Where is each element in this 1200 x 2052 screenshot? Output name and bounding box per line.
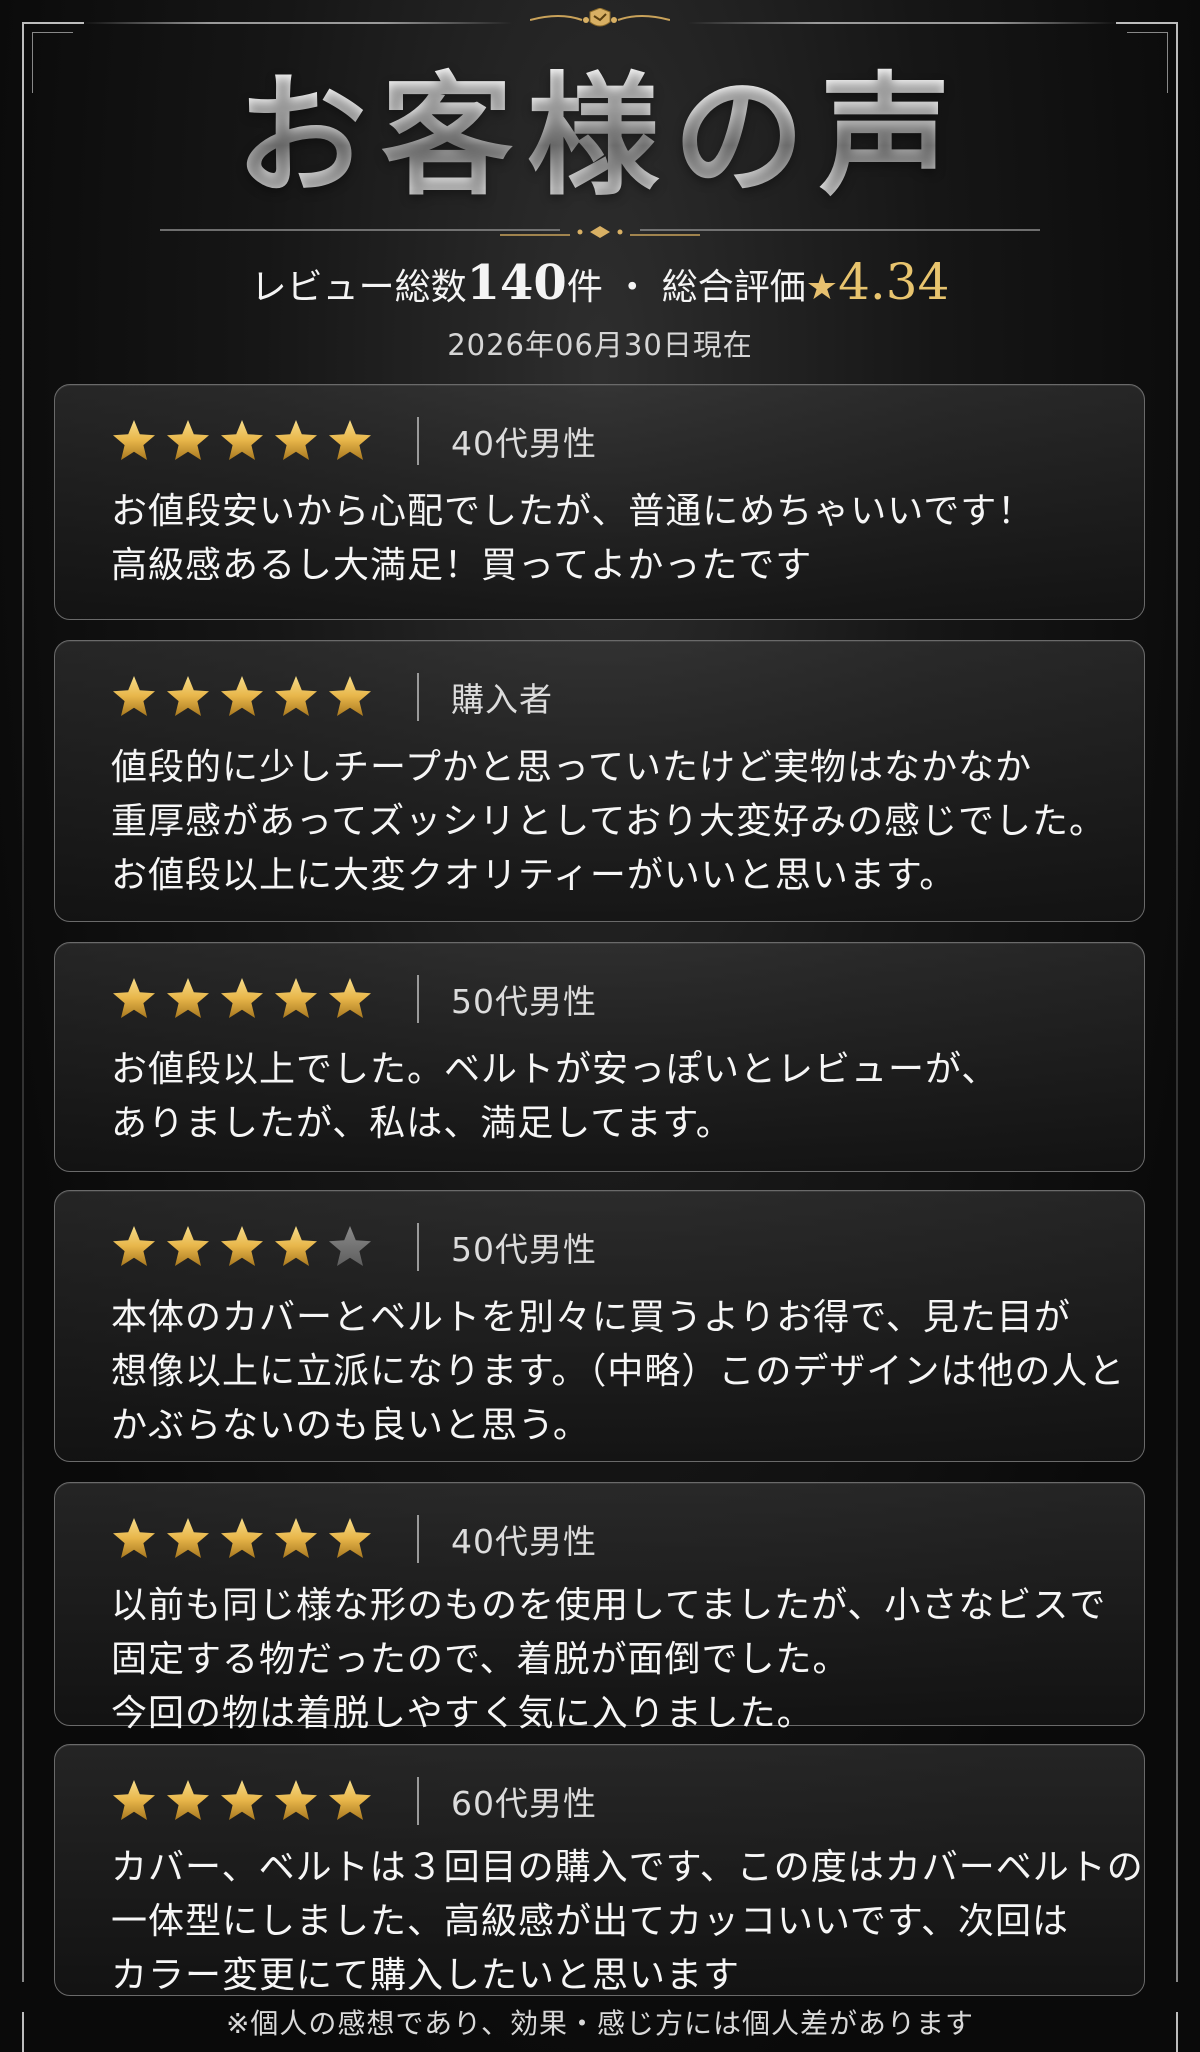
review-header: 40代男性: [111, 1511, 597, 1567]
review-text: お値段安いから心配でしたが、普通にめちゃいいです！ 高級感あるし大満足！買ってよか…: [111, 485, 1104, 593]
review-header: 50代男性: [111, 971, 597, 1027]
frame-top-line-right: [688, 22, 1118, 24]
reviewer-label: 60代男性: [451, 1784, 597, 1823]
review-line: お値段以上でした。ベルトが安っぽいとレビューが、: [111, 1049, 999, 1090]
review-line: ありましたが、私は、満足してます。: [111, 1103, 733, 1144]
rating-label: 総合評価: [661, 267, 806, 308]
review-card: 50代男性お値段以上でした。ベルトが安っぽいとレビューが、 ありましたが、私は、満…: [54, 942, 1145, 1172]
star-filled-icon: [221, 1518, 263, 1558]
review-line: 本体のカバーとベルトを別々に買うよりお得で、見た目が: [111, 1297, 1071, 1338]
reviewer-label: 50代男性: [451, 982, 597, 1021]
star-filled-icon: [113, 1226, 155, 1266]
reviewer-label: 50代男性: [451, 1230, 597, 1269]
star-filled-icon: [113, 420, 155, 460]
review-summary: レビュー総数140件 ・ 総合評価★4.34: [0, 252, 1200, 312]
review-text: 値段的に少しチープかと思っていたけど実物はなかなか重厚感があってズッシリとしてお…: [111, 741, 1107, 903]
star-filled-icon: [329, 420, 371, 460]
review-line: かぶらないのも良いと思う。: [111, 1405, 590, 1446]
header-divider: [417, 673, 419, 721]
star-filled-icon: [329, 1518, 371, 1558]
review-text: カバー、ベルトは３回目の購入です、この度はカバーベルトの 一体型にしました、高級感…: [111, 1841, 1144, 2003]
star-filled-icon: [167, 1780, 209, 1820]
header-divider: [417, 417, 419, 465]
star-filled-icon: [167, 978, 209, 1018]
star-filled-icon: [221, 978, 263, 1018]
star-filled-icon: [275, 420, 317, 460]
review-header: 購入者: [111, 669, 553, 725]
header-divider: [417, 975, 419, 1023]
star-filled-icon: [167, 1518, 209, 1558]
review-text: 以前も同じ様な形のものを使用してましたが、小さなビスで 固定する物だったので、着脱…: [111, 1579, 1107, 1741]
star-filled-icon: [329, 1780, 371, 1820]
review-line: お値段以上に大変クオリティーがいいと思います。: [111, 855, 957, 896]
star-filled-icon: [221, 1226, 263, 1266]
star-filled-icon: [113, 1780, 155, 1820]
star-filled-icon: [167, 676, 209, 716]
star-filled-icon: [275, 978, 317, 1018]
review-line: 値段的に少しチープかと思っていたけど実物はなかなか: [111, 747, 1033, 788]
review-line: 高級感あるし大満足！買ってよかったです: [111, 545, 813, 586]
header-divider: [417, 1777, 419, 1825]
header-divider: [417, 1223, 419, 1271]
star-filled-icon: [113, 978, 155, 1018]
star-rating: [111, 1516, 373, 1562]
star-rating: [111, 976, 373, 1022]
review-card: 購入者値段的に少しチープかと思っていたけど実物はなかなか重厚感があってズッシリと…: [54, 640, 1145, 922]
star-filled-icon: [275, 1226, 317, 1266]
review-line: お値段安いから心配でしたが、普通にめちゃいいです！: [111, 491, 1035, 532]
reviewer-label: 購入者: [451, 680, 553, 719]
star-filled-icon: [329, 978, 371, 1018]
disclaimer-footnote: ※個人の感想であり、効果・感じ方には個人差があります: [225, 2007, 975, 2040]
star-empty-icon: [329, 1226, 371, 1266]
review-text: 本体のカバーとベルトを別々に買うよりお得で、見た目が想像以上に立派になります。（…: [111, 1291, 1126, 1453]
header-divider: [417, 1515, 419, 1563]
star-filled-icon: [221, 420, 263, 460]
star-filled-icon: [221, 1780, 263, 1820]
review-header: 50代男性: [111, 1219, 597, 1275]
star-filled-icon: [113, 676, 155, 716]
star-filled-icon: [275, 1780, 317, 1820]
summary-separator: ・: [614, 267, 651, 308]
review-line: 一体型にしました、高級感が出てカッコいいです、次回は: [111, 1901, 1070, 1942]
review-card: 40代男性お値段安いから心配でしたが、普通にめちゃいいです！ 高級感あるし大満足！…: [54, 384, 1145, 620]
star-rating: [111, 674, 373, 720]
star-filled-icon: [329, 676, 371, 716]
review-card: 60代男性カバー、ベルトは３回目の購入です、この度はカバーベルトの 一体型にしまし…: [54, 1744, 1145, 1996]
review-line: カバー、ベルトは３回目の購入です、この度はカバーベルトの: [111, 1847, 1144, 1888]
rating-star-icon: ★: [805, 267, 839, 308]
review-text: お値段以上でした。ベルトが安っぽいとレビューが、 ありましたが、私は、満足してます…: [111, 1043, 1104, 1151]
crest-ornament-icon: [530, 8, 670, 27]
frame-side-line-right: [1176, 102, 1178, 1982]
review-count: 140: [466, 255, 567, 311]
review-line: 想像以上に立派になります。（中略）このデザインは他の人と: [111, 1351, 1126, 1392]
review-line: 以前も同じ様な形のものを使用してましたが、小さなビスで: [111, 1585, 1107, 1626]
star-rating: [111, 418, 373, 464]
reviewer-label: 40代男性: [451, 424, 597, 463]
review-card: 40代男性以前も同じ様な形のものを使用してましたが、小さなビスで 固定する物だった…: [54, 1482, 1145, 1734]
star-rating: [111, 1778, 373, 1824]
star-rating: [111, 1224, 373, 1270]
rating-value: 4.34: [838, 253, 950, 311]
star-filled-icon: [275, 1518, 317, 1558]
frame-side-line-left: [22, 102, 24, 1982]
review-line: 今回の物は着脱しやすく気に入りました。: [111, 1693, 814, 1734]
star-filled-icon: [167, 1226, 209, 1266]
review-card: 50代男性本体のカバーとベルトを別々に買うよりお得で、見た目が想像以上に立派にな…: [54, 1190, 1145, 1462]
star-filled-icon: [167, 420, 209, 460]
review-line: 重厚感があってズッシリとしており大変好みの感じでした。: [111, 801, 1107, 842]
divider-ornament-icon: [160, 226, 1040, 238]
star-filled-icon: [221, 676, 263, 716]
review-line: カラー変更にて購入したいと思います: [111, 1955, 741, 1996]
review-header: 60代男性: [111, 1773, 597, 1829]
review-header: 40代男性: [111, 413, 597, 469]
count-unit: 件: [566, 267, 603, 308]
star-filled-icon: [275, 676, 317, 716]
page-title: お客様の声: [0, 52, 1200, 222]
star-filled-icon: [113, 1518, 155, 1558]
reviewer-label: 40代男性: [451, 1522, 597, 1561]
frame-top-line-left: [82, 22, 512, 24]
summary-prefix: レビュー総数: [250, 267, 467, 308]
as-of-date: 2026年06月30日現在: [447, 328, 753, 362]
review-line: 固定する物だったので、着脱が面倒でした。: [111, 1639, 850, 1680]
